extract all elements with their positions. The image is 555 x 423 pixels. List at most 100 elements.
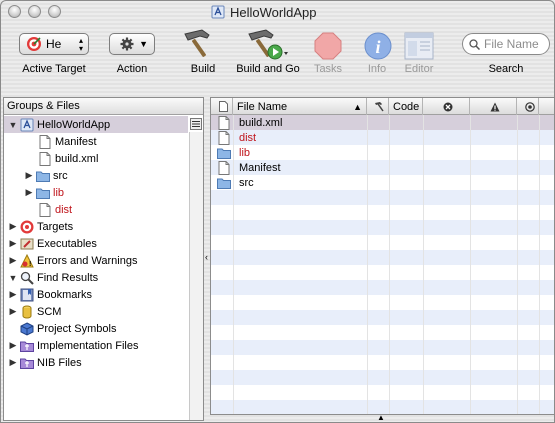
column-file-type[interactable]: [211, 98, 233, 115]
group-row-dist[interactable]: dist: [4, 201, 188, 218]
column-divider: [517, 115, 518, 414]
target-icon: [27, 37, 41, 51]
column-warnings[interactable]: [470, 98, 517, 115]
folder-icon: [217, 148, 231, 159]
group-label: Errors and Warnings: [37, 254, 138, 267]
column-code[interactable]: Code: [389, 98, 423, 115]
disclosure-collapsed-icon[interactable]: ▶: [8, 289, 18, 300]
action-label: Action: [116, 63, 148, 75]
folder-icon: [217, 178, 231, 189]
group-row-bookmarks[interactable]: ▶ Bookmarks: [4, 286, 188, 303]
active-target-popup[interactable]: He ▴ ▾: [19, 33, 89, 55]
group-row-helloworldapp[interactable]: ▼ HelloWorldApp: [4, 116, 188, 133]
warning-icon: !: [20, 253, 34, 268]
empty-row: [211, 190, 554, 205]
active-target-value: He: [46, 37, 62, 51]
file-name: build.xml: [239, 116, 283, 129]
stop-sign-icon[interactable]: [314, 32, 342, 60]
disclosure-expanded-icon[interactable]: ▼: [8, 120, 18, 130]
file-row-manifest[interactable]: Manifest: [211, 160, 554, 175]
toolbar: He ▴ ▾ Active Target ▼ Action Build Buil…: [1, 23, 554, 79]
window-title-text: HelloWorldApp: [230, 4, 317, 20]
column-code-label: Code: [393, 100, 420, 113]
smart-group-icon: [20, 358, 34, 369]
group-row-project-symbols[interactable]: Project Symbols: [4, 320, 188, 337]
executables-icon: [20, 238, 34, 249]
xcode-project-icon: [20, 118, 34, 131]
empty-row: [211, 280, 554, 295]
target-membership-icon: [524, 101, 535, 112]
file-row-lib[interactable]: lib: [211, 145, 554, 160]
build-and-go-icon[interactable]: [246, 28, 290, 62]
empty-row: [211, 220, 554, 235]
disclosure-collapsed-icon[interactable]: ▶: [8, 238, 18, 249]
file-row-dist[interactable]: dist: [211, 130, 554, 145]
group-row-lib[interactable]: ▶ lib: [4, 184, 188, 201]
column-file-name[interactable]: File Name ▲: [233, 98, 367, 115]
group-label: src: [53, 169, 68, 182]
group-row-implementation-files[interactable]: ▶ Implementation Files: [4, 337, 188, 354]
editor-label: Editor: [404, 63, 434, 75]
target-icon: [20, 220, 34, 233]
groups-scrollbar[interactable]: [189, 132, 203, 420]
magnifier-icon: [20, 271, 34, 285]
column-divider: [367, 115, 368, 414]
info-icon[interactable]: i: [364, 32, 392, 60]
search-input[interactable]: [484, 37, 548, 51]
resize-grip-icon[interactable]: ▲: [377, 413, 385, 422]
search-field[interactable]: [462, 33, 550, 55]
disclosure-collapsed-icon[interactable]: ▶: [8, 357, 18, 368]
groups-and-files-pane: Groups & Files ▼ HelloWorldApp Manifest …: [3, 97, 204, 421]
minimize-window-button[interactable]: [28, 5, 41, 18]
disclosure-collapsed-icon[interactable]: ▶: [8, 221, 18, 232]
file-name: lib: [239, 146, 251, 159]
disclosure-expanded-icon[interactable]: ▼: [8, 273, 18, 283]
disclosure-collapsed-icon[interactable]: ▶: [24, 187, 34, 198]
empty-row: [211, 310, 554, 325]
group-row-build-xml[interactable]: build.xml: [4, 150, 188, 167]
column-divider: [233, 115, 234, 414]
group-label: NIB Files: [37, 356, 82, 369]
file-row-src[interactable]: src: [211, 175, 554, 190]
disclosure-collapsed-icon[interactable]: ▶: [8, 306, 18, 317]
column-build-status[interactable]: [367, 98, 389, 115]
groups-and-files-header[interactable]: Groups & Files: [4, 98, 203, 115]
group-row-manifest[interactable]: Manifest: [4, 133, 188, 150]
group-row-find-results[interactable]: ▼ Find Results: [4, 269, 188, 286]
group-row-executables[interactable]: ▶ Executables: [4, 235, 188, 252]
editor-icon[interactable]: [404, 32, 434, 60]
group-row-targets[interactable]: ▶ Targets: [4, 218, 188, 235]
title-bar: HelloWorldApp: [1, 1, 554, 23]
file-name: src: [239, 176, 254, 189]
column-errors[interactable]: [423, 98, 470, 115]
hammer-icon[interactable]: [182, 28, 216, 60]
window-title: HelloWorldApp: [211, 4, 316, 20]
svg-text:!: !: [29, 261, 31, 268]
action-popup[interactable]: ▼: [109, 33, 155, 55]
document-icon: [219, 101, 228, 112]
disclosure-collapsed-icon[interactable]: ▶: [8, 255, 18, 266]
group-row-nib-files[interactable]: ▶ NIB Files: [4, 354, 188, 371]
column-divider: [470, 115, 471, 414]
disclosure-collapsed-icon[interactable]: ▶: [8, 340, 18, 351]
active-target-label: Active Target: [22, 63, 86, 75]
file-row-build-xml[interactable]: build.xml: [211, 115, 554, 130]
empty-row: [211, 370, 554, 385]
group-label: Project Symbols: [37, 322, 117, 335]
splitter-grip-icon: ‹: [205, 252, 208, 262]
file-list-pane: File Name ▲ Code build.xml dist lib Mani…: [210, 97, 554, 415]
disclosure-collapsed-icon[interactable]: ▶: [24, 170, 34, 181]
folder-icon: [36, 188, 50, 199]
group-row-scm[interactable]: ▶ SCM: [4, 303, 188, 320]
group-label: Find Results: [37, 271, 99, 284]
stepper-arrows-icon: ▴ ▾: [78, 36, 83, 53]
group-row-errors-and-warnings[interactable]: ▶ ! Errors and Warnings: [4, 252, 188, 269]
group-row-src[interactable]: ▶ src: [4, 167, 188, 184]
zoom-window-button[interactable]: [48, 5, 61, 18]
group-label: dist: [55, 203, 73, 216]
close-window-button[interactable]: [8, 5, 21, 18]
search-icon: [469, 38, 480, 50]
document-icon: [39, 151, 51, 166]
column-target-membership[interactable]: [517, 98, 539, 115]
list-view-icon[interactable]: [190, 118, 202, 130]
